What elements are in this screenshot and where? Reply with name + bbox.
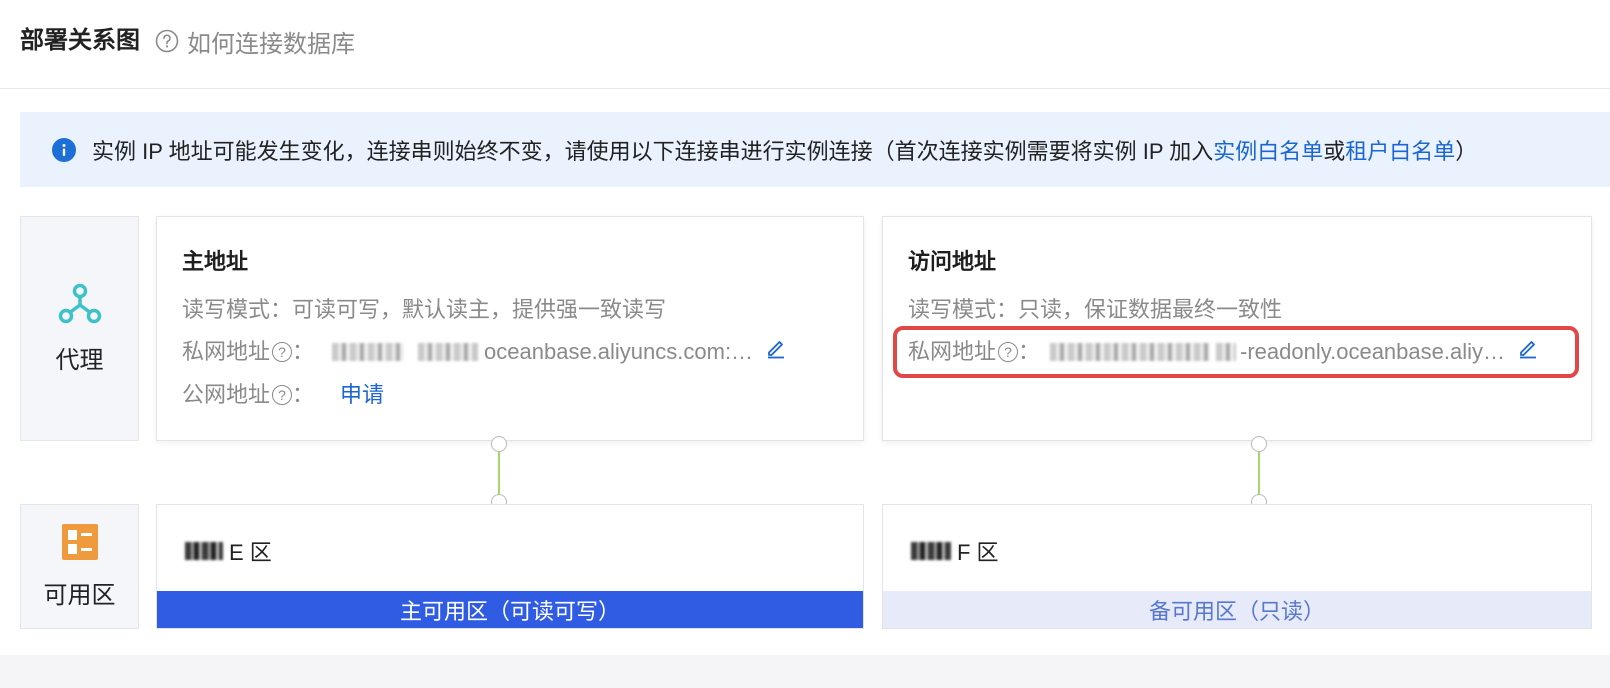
primary-private-colon: ：: [292, 339, 315, 364]
access-mode-label: 读写模式：: [908, 297, 1019, 322]
network-nodes-icon: [58, 283, 102, 330]
redacted-text: [911, 542, 951, 560]
alert-close-paren: ）: [1455, 138, 1478, 164]
zone-name-label: E 区: [229, 540, 272, 565]
primary-public-colon: ：: [292, 382, 315, 407]
proxy-label: 代理: [55, 346, 104, 374]
primary-mode-value: 可读可写，默认读主，提供强一致读写: [292, 297, 667, 322]
primary-private-row: 私网地址?： oceanbase.aliyuncs.com:…: [182, 337, 787, 367]
primary-public-label: 公网地址: [182, 382, 271, 407]
zone-card-f: F 区 备可用区（只读）: [882, 504, 1592, 629]
redacted-text: [418, 343, 479, 361]
primary-address-title: 主地址: [182, 249, 249, 274]
alert-or: 或: [1323, 138, 1346, 164]
help-link[interactable]: 如何连接数据库: [155, 24, 355, 58]
access-mode-row: 读写模式： 只读，保证数据最终一致性: [908, 295, 1282, 325]
redacted-text: [185, 542, 223, 560]
proxy-label-cell: 代理: [20, 216, 139, 441]
question-circle-icon[interactable]: ?: [272, 385, 293, 405]
header: 部署关系图 如何连接数据库: [0, 0, 1610, 89]
instance-whitelist-link[interactable]: 实例白名单: [1213, 134, 1323, 166]
highlight-box: [893, 326, 1579, 378]
question-circle-icon: [155, 29, 179, 53]
access-address-title: 访问地址: [908, 249, 997, 274]
primary-private-address[interactable]: oceanbase.aliyuncs.com:…: [484, 337, 753, 367]
zone-grid-icon: [61, 523, 98, 565]
info-alert: 实例 IP 地址可能发生变化，连接串则始终不变，请使用以下连接串进行实例连接（首…: [20, 112, 1610, 187]
primary-address-card: 主地址 读写模式： 可读可写，默认读主，提供强一致读写 私网地址?： oceanb…: [156, 216, 864, 441]
primary-mode-label: 读写模式：: [182, 297, 293, 322]
access-mode-value: 只读，保证数据最终一致性: [1018, 297, 1283, 322]
zone-card-e: E 区 主可用区（可读可写）: [156, 504, 864, 629]
connector-dot: [1251, 436, 1267, 452]
connector-dot: [491, 436, 507, 452]
redacted-text: [332, 343, 405, 361]
apply-public-address-link[interactable]: 申请: [340, 380, 384, 410]
zone-label-cell: 可用区: [20, 504, 139, 629]
zone-role-bar: 备可用区（只读）: [883, 591, 1591, 628]
zone-name-label: F 区: [957, 540, 999, 565]
zone-label: 可用区: [43, 581, 116, 609]
zone-name: F 区: [911, 535, 999, 567]
connector-line: [498, 448, 500, 500]
edit-icon[interactable]: [765, 337, 787, 367]
connector-line: [1258, 448, 1260, 500]
primary-public-row: 公网地址?： 申请: [182, 380, 384, 410]
info-icon: [52, 137, 76, 162]
zone-role-bar: 主可用区（可读可写）: [157, 591, 863, 628]
zone-name: E 区: [185, 535, 272, 567]
primary-private-label: 私网地址: [182, 339, 271, 364]
primary-mode-row: 读写模式： 可读可写，默认读主，提供强一致读写: [182, 295, 666, 325]
help-link-label: 如何连接数据库: [187, 30, 355, 58]
alert-text: 实例 IP 地址可能发生变化，连接串则始终不变，请使用以下连接串进行实例连接（首…: [92, 138, 1214, 164]
page: 部署关系图 如何连接数据库 实例 IP 地址可能发生变化，连接串则始终不变，请使…: [0, 0, 1610, 655]
tenant-whitelist-link[interactable]: 租户白名单: [1345, 134, 1455, 166]
page-title: 部署关系图: [20, 27, 140, 54]
question-circle-icon[interactable]: ?: [272, 342, 293, 362]
